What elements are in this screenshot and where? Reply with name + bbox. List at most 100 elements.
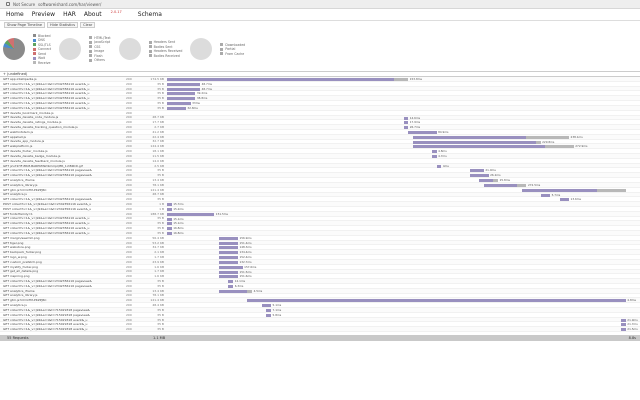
request-url[interactable]: GET fonts?family=1 bbox=[3, 212, 95, 216]
timing-bar-wait[interactable] bbox=[219, 241, 238, 245]
timing-bar-wait[interactable] bbox=[469, 174, 489, 178]
timing-bar-wait[interactable] bbox=[167, 232, 172, 235]
timing-bar-wait[interactable] bbox=[219, 236, 238, 240]
request-url[interactable]: GET analytics_library.js bbox=[3, 293, 95, 297]
timing-bar-wait[interactable] bbox=[219, 289, 248, 293]
timing-bar-wait[interactable] bbox=[621, 323, 626, 327]
request-url[interactable]: GET collect?v=1&_v=j92&a=1&t=2342356116 … bbox=[3, 91, 95, 95]
request-url[interactable]: POST collect?v=1&_v=j92&a=1&t=2342356116… bbox=[3, 207, 95, 211]
request-url[interactable]: GET collect?v=1&_v=j92&a=1&t=2342356116 … bbox=[3, 197, 95, 201]
timing-bar-wait[interactable] bbox=[540, 193, 551, 197]
request-url[interactable]: GET collect?v=1&_v=j92&a=1&t=2342356116 … bbox=[3, 284, 95, 288]
timing-bar-wait[interactable] bbox=[621, 318, 626, 322]
request-url[interactable]: GET analytics.js bbox=[3, 192, 95, 196]
nav-home[interactable]: Home bbox=[6, 11, 24, 20]
request-url[interactable]: GET collect?v=1&_v=j92&a=1&t=2342356116 … bbox=[3, 226, 95, 230]
timing-bar-wait[interactable] bbox=[167, 227, 172, 231]
url-text[interactable]: softwareishard.com/har/viewer/ bbox=[38, 2, 101, 7]
request-url[interactable]: GET collect?v=1&_v=j92&a=1&t=2342356116 … bbox=[3, 221, 95, 225]
request-url[interactable]: GET collect?v=1&_v=j92&a=1&t=2342356116 … bbox=[3, 168, 95, 172]
timing-bar-wait[interactable] bbox=[621, 328, 626, 332]
request-url[interactable]: GET analytics_iframe bbox=[3, 178, 95, 182]
timing-bar-wait[interactable] bbox=[412, 140, 536, 144]
timing-bar-wait[interactable] bbox=[219, 265, 243, 269]
timing-bar-receive[interactable] bbox=[597, 188, 626, 192]
request-url[interactable]: GET collect?v=1&_v=j92&a=1&t=2342356116 … bbox=[3, 87, 95, 91]
request-url[interactable]: GET collect?v=1&_v=j92&a=1&t=2342356116 … bbox=[3, 82, 95, 86]
request-url[interactable]: GET analytics_library.js bbox=[3, 183, 95, 187]
timing-bar-wait[interactable] bbox=[219, 251, 238, 255]
request-row[interactable]: GET collect?v=1&_v=j92&a=1&t=715029318 e… bbox=[0, 327, 640, 333]
timing-bar-wait[interactable] bbox=[167, 207, 172, 211]
request-url[interactable]: GET collect?v=1&_v=j92&a=1&t=2342356116 … bbox=[3, 106, 95, 110]
timing-bar-wait[interactable] bbox=[219, 275, 238, 279]
request-url[interactable]: GET collect?v=1&_v=j92&a=1&t=715029318 e… bbox=[3, 327, 95, 331]
request-url[interactable]: GET webplatform.js bbox=[3, 144, 95, 148]
request-url[interactable]: GET devsite_devsite_feedback_module.js bbox=[3, 159, 95, 163]
request-url[interactable]: GET collect?v=1&_v=j92&a=1&t=715029318 e… bbox=[3, 318, 95, 322]
timing-bar-wait[interactable] bbox=[261, 304, 272, 308]
request-url[interactable]: GET collect?v=1&_v=j92&a=1&t=2342356116 … bbox=[3, 216, 95, 220]
timing-bar-wait[interactable] bbox=[559, 198, 570, 202]
request-url[interactable]: GET devsite_footer_module.js bbox=[3, 149, 95, 153]
timing-bar-wait[interactable] bbox=[167, 97, 196, 101]
request-url[interactable]: GET collect?v=1&_v=j92&a=1&t=2342356116 … bbox=[3, 173, 95, 177]
timing-bar-wait[interactable] bbox=[167, 102, 191, 106]
timing-bar-wait[interactable] bbox=[266, 309, 272, 312]
request-url[interactable]: GET margin/sawmill.png bbox=[3, 236, 95, 240]
request-url[interactable]: GET collect?v=1&_v=j92&a=1&t=2342356116 … bbox=[3, 279, 95, 283]
request-url[interactable]: GET webstore.png bbox=[3, 245, 95, 249]
show-page-timeline-button[interactable]: Show Page Timeline bbox=[4, 22, 46, 28]
hide-statistics-button[interactable]: Hide Statistics bbox=[47, 22, 79, 28]
timing-bar-wait[interactable] bbox=[483, 183, 518, 187]
browser-address-bar[interactable]: Not Secure softwareishard.com/har/viewer… bbox=[0, 0, 640, 9]
request-url[interactable]: GET get_all_details.png bbox=[3, 269, 95, 273]
timing-bar-wait[interactable] bbox=[403, 116, 409, 120]
timing-bar-wait[interactable] bbox=[167, 212, 215, 216]
request-url[interactable]: GET collect?v=1&_v=j92&a=1&t=715029318 e… bbox=[3, 322, 95, 326]
request-url[interactable]: GET tiger.png bbox=[3, 241, 95, 245]
timing-bar-wait[interactable] bbox=[521, 188, 598, 192]
timing-bar-wait[interactable] bbox=[403, 121, 409, 125]
timing-bar-wait[interactable] bbox=[469, 169, 484, 173]
timing-bar-receive[interactable] bbox=[545, 145, 574, 149]
request-url[interactable]: GET j2u72HF-ERM-BARPKMWdimmpQER_1ct8RCD.… bbox=[3, 164, 95, 168]
timing-bar-wait[interactable] bbox=[167, 78, 395, 81]
timing-bar-wait[interactable] bbox=[167, 82, 201, 86]
request-url[interactable]: GET inspiring.png bbox=[3, 274, 95, 278]
timing-bar-wait[interactable] bbox=[219, 256, 238, 260]
timing-bar-wait[interactable] bbox=[167, 106, 186, 110]
timing-bar-wait[interactable] bbox=[403, 126, 409, 130]
request-url[interactable]: GET collect?v=1&_v=j92&a=1&t=2342356116 … bbox=[3, 96, 95, 100]
timing-bar-receive[interactable] bbox=[247, 289, 253, 293]
timing-bar-receive[interactable] bbox=[493, 179, 499, 183]
timing-bar-receive[interactable] bbox=[394, 78, 409, 81]
request-url[interactable]: GET devsite_devsite_code_module.js bbox=[3, 115, 95, 119]
timing-bar-wait[interactable] bbox=[219, 270, 238, 274]
timing-bar-wait[interactable] bbox=[412, 135, 527, 139]
nav-har[interactable]: HAR bbox=[63, 11, 76, 20]
request-url[interactable]: GET analytics_iframe bbox=[3, 289, 95, 293]
nav-preview[interactable]: Preview bbox=[32, 11, 55, 20]
timing-bar-wait[interactable] bbox=[167, 217, 172, 221]
timing-bar-wait[interactable] bbox=[228, 284, 234, 288]
timing-bar-wait[interactable] bbox=[412, 145, 546, 149]
request-url[interactable]: GET collect?v=1&_v=j92&a=1&t=715029318 p… bbox=[3, 313, 95, 317]
request-url[interactable]: GET mystify_footer.png bbox=[3, 265, 95, 269]
request-url[interactable]: GET devsite_bookmark_module.js bbox=[3, 111, 95, 115]
timing-bar-wait[interactable] bbox=[431, 155, 437, 158]
request-url[interactable]: GET devsite_app_module.js bbox=[3, 139, 95, 143]
timing-bar-wait[interactable] bbox=[167, 92, 196, 96]
timing-bar-wait[interactable] bbox=[247, 299, 626, 303]
request-url[interactable]: GET webfontstem.js bbox=[3, 130, 95, 134]
request-url[interactable]: GET collect?v=1&_v=j92&a=1&t=715029318 p… bbox=[3, 308, 95, 312]
request-url[interactable]: GET devsite_devsite_ratings_module.js bbox=[3, 120, 95, 124]
request-url[interactable]: GET collect?v=1&_v=j92&a=1&t=2342356116 … bbox=[3, 231, 95, 235]
timing-bar-wait[interactable] bbox=[431, 150, 437, 154]
timing-bar-wait[interactable] bbox=[167, 203, 172, 207]
request-url[interactable]: GET gtm.js?id=GTM-PKZPJ6C bbox=[3, 298, 95, 302]
request-url[interactable]: GET backpack_footer.png bbox=[3, 250, 95, 254]
request-url[interactable]: GET custom_prefetch.png bbox=[3, 260, 95, 264]
request-url[interactable]: GET appshell.js bbox=[3, 135, 95, 139]
nav-about[interactable]: About 2.0.17 bbox=[84, 10, 130, 20]
